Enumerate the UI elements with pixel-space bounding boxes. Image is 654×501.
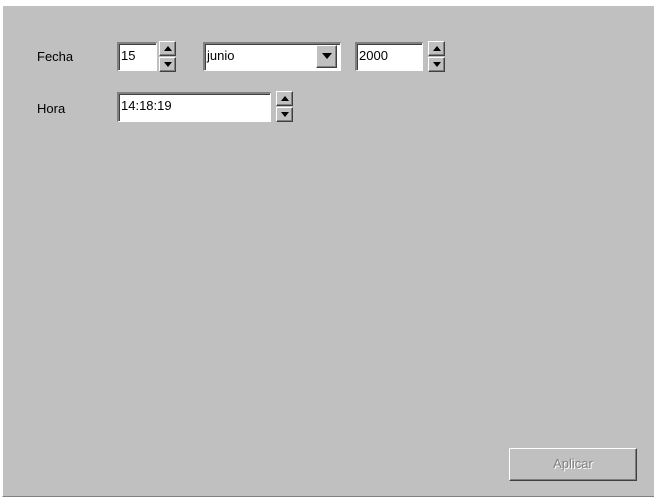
year-spinner[interactable] <box>428 41 445 72</box>
year-spin-down-button[interactable] <box>428 57 445 72</box>
arrow-down-icon <box>164 62 172 67</box>
arrow-up-icon <box>164 46 172 51</box>
hora-label: Hora <box>37 101 66 116</box>
arrow-up-icon <box>433 46 441 51</box>
day-spinner[interactable] <box>159 41 176 72</box>
arrow-down-icon <box>433 62 441 67</box>
day-spin-down-button[interactable] <box>159 57 176 72</box>
year-value: 2000 <box>359 48 388 63</box>
day-spin-up-button[interactable] <box>159 41 176 56</box>
month-value: junio <box>207 48 235 63</box>
month-dropdown-button[interactable] <box>316 45 337 68</box>
time-spinner[interactable] <box>276 91 293 122</box>
time-spin-up-button[interactable] <box>276 91 293 106</box>
time-field[interactable]: 14:18:19 <box>117 92 271 122</box>
date-time-panel: Fecha 15 junio 2000 Hora 14:18:19 <box>2 5 654 497</box>
time-spin-down-button[interactable] <box>276 107 293 122</box>
day-field[interactable]: 15 <box>117 42 157 71</box>
fecha-label: Fecha <box>37 49 74 64</box>
arrow-up-icon <box>281 96 289 101</box>
chevron-down-icon <box>322 53 332 59</box>
arrow-down-icon <box>281 112 289 117</box>
year-field[interactable]: 2000 <box>355 42 423 71</box>
year-spin-up-button[interactable] <box>428 41 445 56</box>
day-value: 15 <box>121 48 136 63</box>
time-value: 14:18:19 <box>121 98 172 113</box>
apply-button[interactable]: Aplicar <box>509 448 637 481</box>
